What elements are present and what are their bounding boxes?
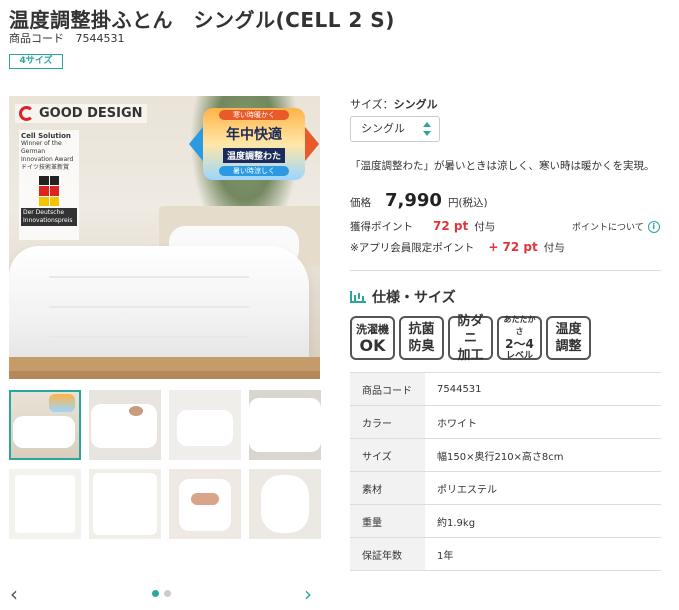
antibacterial-badge-icon: 抗菌 防臭 xyxy=(399,316,444,360)
table-row: 保証年数 1年 xyxy=(350,537,661,571)
thumbnail-2[interactable] xyxy=(89,390,161,460)
earned-points-suffix: 付与 xyxy=(474,221,496,233)
app-points-row: ※アプリ会員限定ポイント + 72 pt 付与 xyxy=(350,240,565,255)
feature-4-line-1: あたたかさ xyxy=(503,315,536,336)
select-updown-icon xyxy=(423,122,431,136)
thumbnail-7[interactable] xyxy=(169,469,241,539)
thumbnail-6[interactable] xyxy=(89,469,161,539)
size-count-badge[interactable]: 4サイズ xyxy=(9,54,63,69)
chart-bar-icon xyxy=(350,291,366,303)
temperature-promo-graphic: 寒い時暖かく 年中快適 温度調整わた 暑い時涼しく xyxy=(189,100,319,188)
warmth-level-badge-icon: あたたかさ 2〜4 レベル xyxy=(497,315,542,361)
innovation-award-box: Der Deutsche Innovationspreis xyxy=(21,208,77,226)
table-row: 商品コード 7544531 xyxy=(350,372,661,406)
spec-key: 素材 xyxy=(350,471,425,505)
award-badge-block: Cell Solution Winner of the German Innov… xyxy=(19,130,79,240)
size-select[interactable]: シングル xyxy=(350,116,440,142)
table-row: サイズ 幅150×奥行210×高さ8cm xyxy=(350,438,661,472)
feature-2-line-1: 抗菌 xyxy=(408,322,435,337)
thumbnail-3[interactable] xyxy=(169,390,241,460)
award-color-grid-icon xyxy=(39,176,59,206)
spec-heading: 仕様・サイズ xyxy=(350,287,456,307)
price-unit: 円(税込) xyxy=(447,197,488,209)
app-points-suffix: 付与 xyxy=(543,242,565,254)
table-row: 素材 ポリエステル xyxy=(350,471,661,505)
spec-key: 重量 xyxy=(350,504,425,538)
carousel-next-icon[interactable]: › xyxy=(304,584,320,604)
product-description: 「温度調整わた」が暑いときは涼しく、寒い時は暖かくを実現。 xyxy=(350,160,655,172)
promo-bottom-text: 暑い時涼しく xyxy=(219,166,289,176)
temperature-control-badge-icon: 温度 調整 xyxy=(546,316,591,360)
product-code-line: 商品コード 7544531 xyxy=(9,30,125,46)
points-about-label: ポイントについて xyxy=(572,223,644,233)
feature-4-line-3: レベル xyxy=(505,351,533,361)
product-title: 温度調整掛ふとん シングル(CELL 2 S) xyxy=(9,8,395,32)
feature-1-line-1: 洗濯機 xyxy=(356,323,389,336)
thumbnail-1[interactable] xyxy=(9,390,81,460)
feature-icon-row: 洗濯機 OK 抗菌防臭 防ダニ 加工 あたたかさ 2〜4 レベル 温度調整 xyxy=(350,313,591,363)
spec-key: 商品コード xyxy=(350,372,425,406)
promo-top-text: 寒い時暖かく xyxy=(219,110,289,120)
floor-graphic xyxy=(9,371,320,379)
comforter-graphic xyxy=(9,246,309,366)
feature-1-line-2: OK xyxy=(359,336,386,355)
anti-mite-badge-icon: 防ダニ 加工 xyxy=(448,313,493,363)
thumbnail-grid xyxy=(9,390,322,539)
washable-badge-icon: 洗濯機 OK xyxy=(350,316,395,360)
cell-solution-logo: Cell Solution xyxy=(21,132,71,140)
spec-key: カラー xyxy=(350,405,425,439)
product-code-label: 商品コード xyxy=(9,32,64,45)
product-code-value: 7544531 xyxy=(75,32,125,45)
spec-key: サイズ xyxy=(350,438,425,472)
earned-points-value: 72 pt xyxy=(433,219,469,233)
carousel-dots xyxy=(152,590,171,597)
price-label: 価格 xyxy=(350,197,371,209)
spec-value: 幅150×奥行210×高さ8cm xyxy=(425,438,661,472)
award-line-2: German Innovation Award xyxy=(21,148,74,163)
feature-4-line-2: 2〜4 xyxy=(505,337,534,351)
info-icon: i xyxy=(647,220,660,233)
thumbnail-4[interactable] xyxy=(249,390,321,460)
table-row: カラー ホワイト xyxy=(350,405,661,439)
spec-value: ホワイト xyxy=(425,405,661,439)
size-label: サイズ：シングル xyxy=(350,96,438,112)
carousel-dot-1[interactable] xyxy=(152,590,159,597)
size-label-prefix: サイズ： xyxy=(350,98,394,111)
promo-mid-text: 温度調整わた xyxy=(222,148,285,163)
promo-box: 寒い時暖かく 年中快適 温度調整わた 暑い時涼しく xyxy=(203,108,305,180)
feature-3-line-1: 防ダニ xyxy=(457,313,484,346)
carousel-prev-icon[interactable]: ‹ xyxy=(10,584,26,604)
spec-value: 1年 xyxy=(425,537,661,571)
app-points-value: + 72 pt xyxy=(488,240,538,254)
good-design-logo: GOOD DESIGN xyxy=(15,104,147,123)
spec-value: 7544531 xyxy=(425,372,661,406)
spec-heading-text: 仕様・サイズ xyxy=(372,290,456,306)
size-select-value: シングル xyxy=(361,122,405,135)
section-divider xyxy=(350,270,661,271)
spec-value: ポリエステル xyxy=(425,471,661,505)
feature-3-line-2: 加工 xyxy=(457,347,484,363)
table-row: 重量 約1.9kg xyxy=(350,504,661,538)
points-about-link[interactable]: ポイントについて i xyxy=(572,220,660,233)
app-points-label: ※アプリ会員限定ポイント xyxy=(350,242,475,254)
thumbnail-5[interactable] xyxy=(9,469,81,539)
thumbnail-8[interactable] xyxy=(249,469,321,539)
good-design-text: GOOD DESIGN xyxy=(39,106,143,121)
earned-points-label: 獲得ポイント xyxy=(350,221,413,233)
carousel-dot-2[interactable] xyxy=(164,590,171,597)
feature-2-line-2: 防臭 xyxy=(408,339,435,354)
feature-5-line-1: 温度 xyxy=(555,322,582,337)
good-design-mark-icon xyxy=(19,106,34,121)
spec-value: 約1.9kg xyxy=(425,504,661,538)
promo-big-text: 年中快適 xyxy=(226,127,282,143)
main-product-image[interactable]: GOOD DESIGN Cell Solution Winner of the … xyxy=(9,96,320,379)
spec-key: 保証年数 xyxy=(350,537,425,571)
size-label-value: シングル xyxy=(393,98,438,111)
award-line-3: ドイツ技術革新賞 xyxy=(21,164,70,171)
price-row: 価格 7,990 円(税込) xyxy=(350,190,488,211)
spec-table: 商品コード 7544531 カラー ホワイト サイズ 幅150×奥行210×高さ8cm… xyxy=(350,372,661,571)
award-line-1: Winner of the xyxy=(21,140,62,147)
price-value: 7,990 xyxy=(385,190,442,211)
feature-5-line-2: 調整 xyxy=(555,339,582,354)
